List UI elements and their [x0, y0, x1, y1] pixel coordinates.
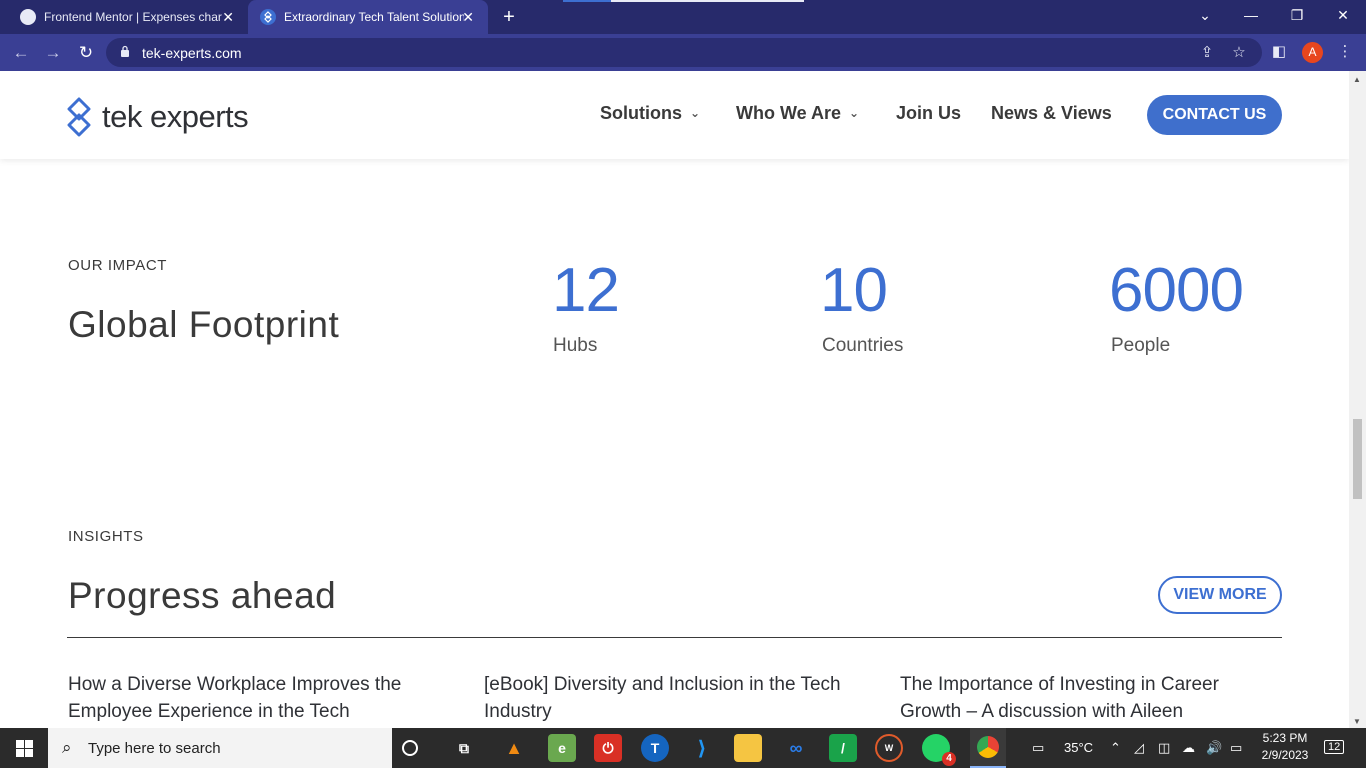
nav-join-us[interactable]: Join Us — [896, 103, 961, 124]
restore-button[interactable]: ❐ — [1274, 0, 1320, 30]
clock-date: 2/9/2023 — [1261, 748, 1309, 762]
stat-countries-label: Countries — [822, 335, 904, 356]
chrome-taskbar-button[interactable] — [970, 728, 1006, 768]
meet-now-icon[interactable]: ◫ — [1158, 740, 1170, 756]
notification-count: 12 — [1324, 740, 1345, 754]
tab-search-chevron-icon[interactable]: ⌄ — [1182, 0, 1228, 30]
app-green-pen-icon[interactable]: / — [829, 734, 857, 762]
insights-heading: Progress ahead — [68, 575, 337, 616]
task-view-icon[interactable]: ⧉ — [450, 734, 478, 762]
article-link[interactable]: [eBook] Diversity and Inclusion in the T… — [484, 671, 864, 725]
scroll-down-arrow-icon[interactable]: ▼ — [1353, 717, 1361, 726]
tab-frontend-mentor[interactable]: Frontend Mentor | Expenses char ✕ — [8, 0, 248, 34]
new-tab-button[interactable]: + — [498, 6, 520, 28]
vscode-icon[interactable]: ⟩ — [688, 734, 716, 762]
stat-hubs-value: 12 — [552, 256, 620, 325]
power-app-icon[interactable]: ⏻ — [594, 734, 622, 762]
chevron-up-icon[interactable]: ⌃ — [1110, 740, 1121, 756]
insights-eyebrow: INSIGHTS — [68, 528, 144, 545]
scrollbar-thumb[interactable] — [1353, 419, 1362, 499]
windows-logo-icon — [15, 739, 33, 757]
app-blue-icon[interactable]: ∞ — [782, 734, 810, 762]
minimize-button[interactable]: — — [1228, 0, 1274, 30]
search-placeholder: Type here to search — [88, 740, 221, 757]
onedrive-icon[interactable]: ☁ — [1182, 740, 1195, 756]
stat-hubs-label: Hubs — [553, 335, 598, 356]
t-app-icon[interactable]: T — [641, 734, 669, 762]
weather-icon[interactable]: ▭ — [1032, 740, 1044, 756]
cortana-icon[interactable] — [402, 740, 418, 756]
battery-icon[interactable]: ▭ — [1230, 740, 1242, 756]
impact-eyebrow: OUR IMPACT — [68, 257, 168, 274]
app-green-icon[interactable]: e — [548, 734, 576, 762]
start-button[interactable] — [0, 728, 48, 768]
chevron-down-icon: ⌄ — [849, 105, 860, 120]
view-more-button[interactable]: VIEW MORE — [1158, 576, 1282, 614]
kebab-menu-icon[interactable]: ⋮ — [1336, 43, 1354, 61]
impact-heading: Global Footprint — [68, 304, 340, 345]
reload-icon[interactable]: ↻ — [75, 42, 97, 64]
browser-toolbar: ← → ↻ tek-experts.com ⇪ ☆ ◧ A ⋮ — [0, 34, 1366, 71]
nav-label: Join Us — [896, 103, 962, 123]
nav-who-we-are[interactable]: Who We Are ⌄ — [736, 103, 859, 124]
speed-test-icon[interactable]: W — [875, 734, 903, 762]
windows-taskbar: ⌕ Type here to search ⧉ ▲ e ⏻ T ⟩ ∞ / W … — [0, 728, 1366, 768]
stat-people-value: 6000 — [1109, 256, 1244, 325]
clock-time: 5:23 PM — [1262, 731, 1308, 745]
whatsapp-badge: 4 — [942, 752, 956, 766]
nav-label: Who We Are — [736, 103, 842, 123]
close-window-button[interactable]: ✕ — [1320, 0, 1366, 30]
site-logo[interactable]: tek experts — [66, 97, 249, 137]
chevron-down-icon: ⌄ — [690, 105, 701, 120]
lock-icon — [121, 45, 129, 57]
volume-icon[interactable]: 🔊 — [1206, 740, 1222, 756]
tab-tek-experts[interactable]: Extraordinary Tech Talent Solution ✕ — [248, 0, 488, 34]
nav-label: Solutions — [600, 103, 682, 123]
nav-label: News & Views — [991, 103, 1112, 123]
share-icon[interactable]: ⇪ — [1198, 44, 1216, 62]
page-viewport: tek experts Solutions ⌄ Who We Are ⌄ Join … — [0, 71, 1349, 728]
contact-us-button[interactable]: CONTACT US — [1147, 95, 1282, 135]
vlc-icon[interactable]: ▲ — [500, 734, 528, 762]
back-arrow-icon[interactable]: ← — [10, 42, 32, 64]
stat-people-label: People — [1111, 335, 1171, 356]
stat-countries-value: 10 — [820, 256, 888, 325]
whatsapp-icon[interactable]: 4 — [922, 734, 956, 766]
close-tab-icon[interactable]: ✕ — [462, 9, 474, 25]
tek-experts-logo-icon — [67, 97, 91, 137]
file-explorer-icon[interactable] — [734, 734, 762, 762]
logo-wordmark: tek experts — [102, 99, 249, 134]
profile-avatar[interactable]: A — [1302, 42, 1323, 63]
tek-experts-favicon-icon — [260, 9, 276, 25]
frontend-mentor-favicon-icon — [20, 9, 36, 25]
bookmark-star-icon[interactable]: ☆ — [1230, 44, 1248, 62]
article-link[interactable]: How a Diverse Workplace Improves the Emp… — [68, 671, 448, 725]
tab-title: Extraordinary Tech Talent Solution — [284, 10, 464, 24]
site-header: tek experts Solutions ⌄ Who We Are ⌄ Join … — [0, 71, 1349, 159]
url-text: tek-experts.com — [142, 45, 242, 61]
close-tab-icon[interactable]: ✕ — [222, 9, 234, 25]
chrome-icon — [977, 736, 999, 758]
loading-strip — [563, 0, 804, 2]
address-bar[interactable]: tek-experts.com ⇪ ☆ — [106, 38, 1262, 67]
browser-tab-bar: Frontend Mentor | Expenses char ✕ Extrao… — [0, 0, 1366, 34]
side-panel-icon[interactable]: ◧ — [1270, 43, 1288, 61]
nav-solutions[interactable]: Solutions ⌄ — [600, 103, 700, 124]
taskbar-search-box[interactable]: ⌕ Type here to search — [48, 728, 392, 768]
search-icon: ⌕ — [62, 738, 72, 757]
page-scrollbar[interactable]: ▲ ▼ — [1349, 71, 1366, 728]
notification-center-icon[interactable]: 12 — [1324, 738, 1345, 754]
nav-news-views[interactable]: News & Views — [991, 103, 1112, 124]
article-link[interactable]: The Importance of Investing in Career Gr… — [900, 671, 1280, 725]
section-divider — [67, 637, 1282, 638]
scroll-up-arrow-icon[interactable]: ▲ — [1353, 75, 1361, 84]
system-clock[interactable]: 5:23 PM 2/9/2023 — [1250, 730, 1320, 764]
network-icon[interactable]: ◿ — [1134, 740, 1144, 756]
forward-arrow-icon[interactable]: → — [42, 42, 64, 64]
weather-temperature[interactable]: 35°C — [1064, 740, 1093, 755]
tab-title: Frontend Mentor | Expenses char — [44, 10, 222, 24]
